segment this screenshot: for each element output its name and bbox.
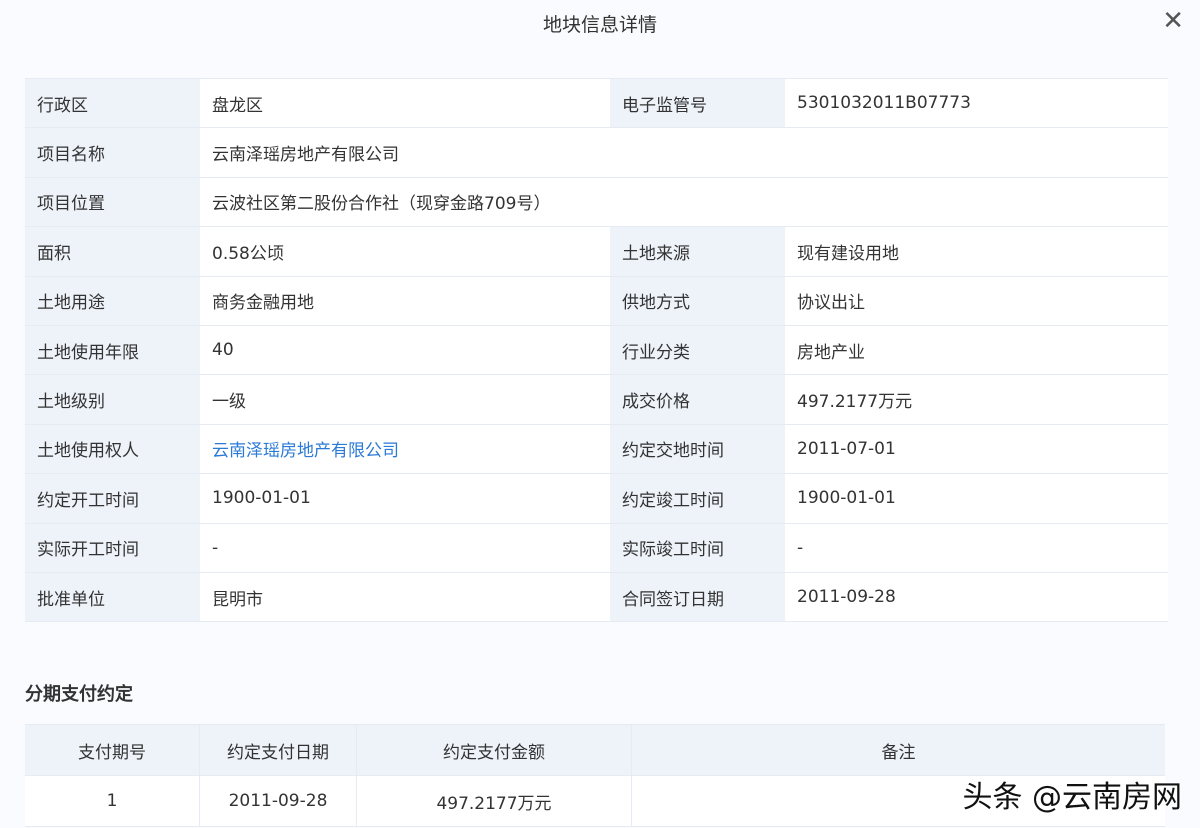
land-info-table: 行政区盘龙区电子监管号5301032011B07773项目名称云南泽瑶房地产有限… (25, 78, 1168, 622)
field-value: - (785, 524, 1168, 572)
field-label: 成交价格 (610, 375, 785, 423)
field-label: 供地方式 (610, 277, 785, 325)
info-row: 土地使用年限40行业分类房地产业 (25, 326, 1168, 375)
field-value: 1900-01-01 (785, 474, 1168, 522)
field-label: 约定竣工时间 (610, 474, 785, 522)
field-label: 行业分类 (610, 326, 785, 374)
column-header: 约定支付金额 (357, 725, 632, 775)
field-value: 40 (200, 326, 610, 374)
field-label: 土地级别 (25, 375, 200, 423)
field-label: 电子监管号 (610, 79, 785, 127)
field-label: 批准单位 (25, 573, 200, 621)
field-label: 合同签订日期 (610, 573, 785, 621)
field-label: 土地使用权人 (25, 425, 200, 473)
field-value-link[interactable]: 云南泽瑶房地产有限公司 (200, 425, 610, 473)
info-row: 约定开工时间1900-01-01约定竣工时间1900-01-01 (25, 474, 1168, 523)
field-value: 协议出让 (785, 277, 1168, 325)
payment-cell: 1 (25, 776, 200, 826)
field-label: 约定交地时间 (610, 425, 785, 473)
info-row: 行政区盘龙区电子监管号5301032011B07773 (25, 79, 1168, 128)
field-label: 项目位置 (25, 178, 200, 226)
payment-section-title: 分期支付约定 (25, 680, 133, 706)
field-label: 土地使用年限 (25, 326, 200, 374)
field-value: 5301032011B07773 (785, 79, 1168, 127)
payment-cell: 2011-09-28 (200, 776, 357, 826)
field-value: - (200, 524, 610, 572)
info-row: 土地使用权人云南泽瑶房地产有限公司约定交地时间2011-07-01 (25, 425, 1168, 474)
info-row: 批准单位昆明市合同签订日期2011-09-28 (25, 573, 1168, 622)
field-label: 实际开工时间 (25, 524, 200, 572)
field-label: 项目名称 (25, 128, 200, 176)
field-label: 土地来源 (610, 227, 785, 275)
info-row: 项目名称云南泽瑶房地产有限公司 (25, 128, 1168, 177)
watermark: 头条 @云南房网 (962, 772, 1182, 816)
field-value: 2011-09-28 (785, 573, 1168, 621)
field-value: 云南泽瑶房地产有限公司 (200, 128, 1168, 176)
info-row: 土地用途商务金融用地供地方式协议出让 (25, 277, 1168, 326)
field-value: 2011-07-01 (785, 425, 1168, 473)
field-value: 昆明市 (200, 573, 610, 621)
field-value: 497.2177万元 (785, 375, 1168, 423)
field-label: 约定开工时间 (25, 474, 200, 522)
field-value: 云波社区第二股份合作社（现穿金路709号） (200, 178, 1168, 226)
payment-cell: 497.2177万元 (357, 776, 632, 826)
column-header: 约定支付日期 (200, 725, 357, 775)
info-row: 实际开工时间-实际竣工时间- (25, 524, 1168, 573)
field-label: 面积 (25, 227, 200, 275)
field-label: 土地用途 (25, 277, 200, 325)
field-value: 房地产业 (785, 326, 1168, 374)
field-value: 1900-01-01 (200, 474, 610, 522)
field-value: 商务金融用地 (200, 277, 610, 325)
payment-header-row: 支付期号约定支付日期约定支付金额备注 (25, 725, 1165, 776)
field-value: 现有建设用地 (785, 227, 1168, 275)
dialog-title: 地块信息详情 (0, 10, 1200, 37)
field-value: 一级 (200, 375, 610, 423)
field-label: 行政区 (25, 79, 200, 127)
field-value: 盘龙区 (200, 79, 610, 127)
field-label: 实际竣工时间 (610, 524, 785, 572)
close-icon[interactable]: ✕ (1162, 8, 1184, 34)
info-row: 土地级别一级成交价格497.2177万元 (25, 375, 1168, 424)
column-header: 备注 (632, 725, 1165, 775)
info-row: 面积0.58公顷土地来源现有建设用地 (25, 227, 1168, 276)
column-header: 支付期号 (25, 725, 200, 775)
info-row: 项目位置云波社区第二股份合作社（现穿金路709号） (25, 178, 1168, 227)
field-value: 0.58公顷 (200, 227, 610, 275)
